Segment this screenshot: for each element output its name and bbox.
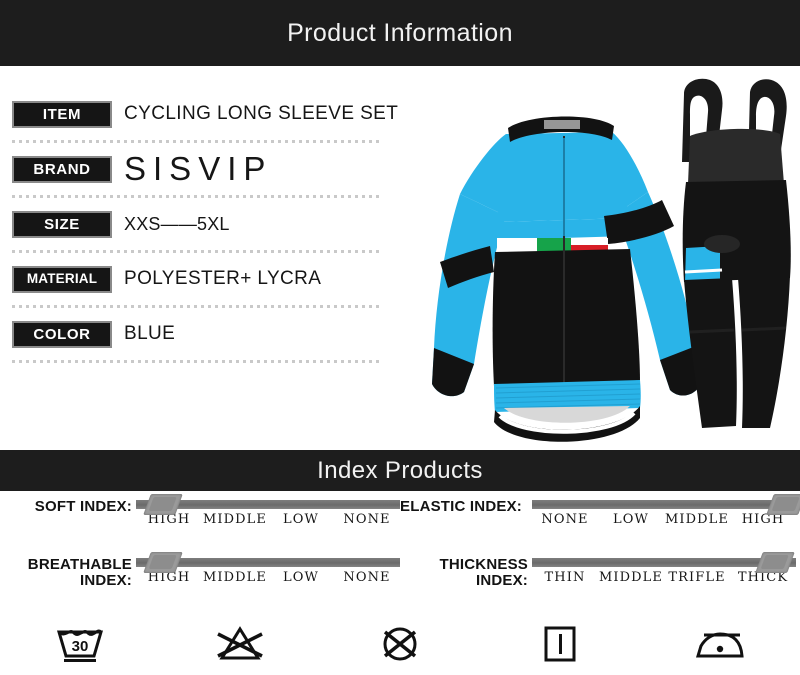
- spec-row-brand: BRAND SISVIP: [0, 147, 400, 191]
- spec-value-size: XXS——5XL: [124, 213, 230, 234]
- bib-tights-graphic: [682, 78, 791, 428]
- page-title: Product Information: [287, 18, 513, 47]
- elastic-index-scale: NONE LOW MIDDLE HIGH: [532, 512, 796, 527]
- spec-divider: [12, 140, 382, 143]
- soft-index-track[interactable]: [136, 494, 400, 515]
- scale-option[interactable]: TRIFLE: [664, 570, 730, 585]
- wash-30-icon: 30: [0, 622, 160, 666]
- breathable-index-title: BREATHABLE INDEX:: [27, 556, 132, 589]
- thickness-index-title: THICKNESS INDEX:: [439, 556, 528, 589]
- product-photo: [398, 66, 800, 450]
- elastic-index-thumb[interactable]: [765, 494, 800, 515]
- soft-index-scale: HIGH MIDDLE LOW NONE: [136, 512, 400, 527]
- index-products-title: Index Products: [317, 456, 483, 484]
- breathable-index-track[interactable]: [136, 552, 400, 573]
- spec-value-material: POLYESTER+ LYCRA: [124, 268, 322, 289]
- product-info-section: ITEM CYCLING LONG SLEEVE SET BRAND SISVI…: [0, 66, 800, 450]
- scale-option[interactable]: LOW: [598, 512, 664, 527]
- scale-option[interactable]: MIDDLE: [202, 570, 268, 585]
- scale-option[interactable]: MIDDLE: [664, 512, 730, 527]
- elastic-index-track[interactable]: [532, 494, 800, 515]
- soft-index-item: SOFT INDEX: HIGH MIDDLE LOW NONE: [6, 494, 400, 527]
- drip-dry-icon: [480, 622, 640, 666]
- scale-option[interactable]: LOW: [268, 512, 334, 527]
- iron-low-icon: [640, 622, 800, 666]
- spec-row-material: MATERIAL POLYESTER+ LYCRA: [0, 257, 400, 301]
- scale-option[interactable]: NONE: [334, 570, 400, 585]
- spec-value-item: CYCLING LONG SLEEVE SET: [124, 103, 399, 124]
- spec-label-item: ITEM: [12, 100, 112, 128]
- do-not-tumble-dry-icon: [320, 622, 480, 666]
- spec-value-color: BLUE: [124, 323, 176, 344]
- scale-option[interactable]: MIDDLE: [598, 570, 664, 585]
- elastic-index-item: ELASTIC INDEX: NONE LOW MIDDLE HIGH: [400, 494, 800, 527]
- product-information-banner: Product Information: [0, 0, 800, 66]
- soft-index-title: SOFT INDEX:: [34, 498, 132, 515]
- spec-divider: [12, 250, 382, 253]
- thickness-index-item: THICKNESS INDEX: THIN MIDDLE TRIFLE THIC…: [400, 552, 796, 589]
- spec-list: ITEM CYCLING LONG SLEEVE SET BRAND SISVI…: [0, 66, 400, 367]
- spec-label-material: MATERIAL: [12, 265, 112, 293]
- spec-label-color: COLOR: [12, 320, 112, 348]
- index-grid: SOFT INDEX: HIGH MIDDLE LOW NONE ELASTIC…: [0, 491, 800, 613]
- care-instruction-icons: 30: [0, 613, 800, 675]
- spec-label-size: SIZE: [12, 210, 112, 238]
- wash-temp-label: 30: [72, 638, 89, 655]
- scale-option[interactable]: NONE: [334, 512, 400, 527]
- scale-option[interactable]: LOW: [268, 570, 334, 585]
- do-not-bleach-icon: [160, 622, 320, 666]
- breathable-index-scale: HIGH MIDDLE LOW NONE: [136, 570, 400, 585]
- index-products-banner: Index Products: [0, 450, 800, 491]
- spec-divider: [12, 195, 382, 198]
- spec-divider: [12, 360, 382, 363]
- spec-row-item: ITEM CYCLING LONG SLEEVE SET: [0, 92, 400, 136]
- scale-option[interactable]: NONE: [532, 512, 598, 527]
- scale-option[interactable]: THIN: [532, 570, 598, 585]
- spec-divider: [12, 305, 382, 308]
- thickness-index-track[interactable]: [532, 552, 796, 573]
- breathable-index-item: BREATHABLE INDEX: HIGH MIDDLE LOW NONE: [6, 552, 400, 589]
- elastic-index-title: ELASTIC INDEX:: [400, 498, 522, 515]
- spec-row-size: SIZE XXS——5XL: [0, 202, 400, 246]
- jersey-graphic: [432, 116, 702, 442]
- spec-row-color: COLOR BLUE: [0, 312, 400, 356]
- spec-label-brand: BRAND: [12, 155, 112, 183]
- scale-option[interactable]: MIDDLE: [202, 512, 268, 527]
- spec-value-brand: SISVIP: [124, 150, 273, 187]
- index-section: SOFT INDEX: HIGH MIDDLE LOW NONE ELASTIC…: [0, 491, 800, 675]
